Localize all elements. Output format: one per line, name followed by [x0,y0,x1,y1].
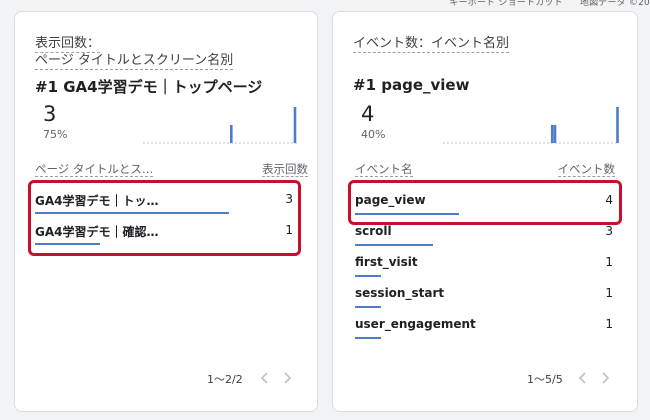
chevron-right-icon [602,372,610,384]
table-row[interactable]: GA4学習デモ｜トッ… 3 [33,185,295,215]
row-label: user_engagement [355,317,476,331]
attribution-bar: キーボード ショートカット 地図データ ©20 [435,0,650,8]
column-header-page-title[interactable]: ページ タイトルとス… [35,162,154,177]
row-share-bar [355,337,381,339]
row-value: 1 [605,286,613,300]
top-item-headline: #1 page_view [353,76,470,94]
row-label: GA4学習デモ｜トッ… [35,194,159,208]
row-share-bar [355,244,433,246]
row-value: 1 [605,255,613,269]
card-title-text: イベント数：イベント名別 [353,36,510,53]
column-header-views[interactable]: 表示回数 [262,162,308,177]
table-row[interactable]: session_start 1 [353,279,615,309]
table-row[interactable]: user_engagement 1 [353,310,615,340]
row-share-bar [35,212,229,214]
row-label: page_view [355,193,426,207]
pagination-label: 1〜2/2 [207,373,243,386]
top-item-value: 3 [43,102,57,126]
next-page-button[interactable] [279,370,295,386]
card-title[interactable]: 表示回数： ページ タイトルとスクリーン名別 [35,36,234,70]
row-share-bar [355,306,381,308]
sparkline-bar [293,107,297,143]
row-label: first_visit [355,255,418,269]
card-title[interactable]: イベント数：イベント名別 [353,36,510,53]
table-row[interactable]: first_visit 1 [353,248,615,278]
pagination-label: 1〜5/5 [527,373,563,386]
row-value: 3 [285,192,293,206]
top-item-value: 4 [361,102,375,126]
chevron-right-icon [284,372,292,384]
sparkline-bar [553,125,557,143]
prev-page-button[interactable] [257,370,273,386]
sparkline-chart [443,107,619,144]
row-share-bar [35,243,100,245]
row-label: scroll [355,224,392,238]
column-header-event-count[interactable]: イベント数 [557,162,615,177]
card-title-metric: 表示回数： [35,36,101,53]
sparkline-chart [143,107,297,144]
top-item-headline: #1 GA4学習デモ｜トップページ [35,78,263,96]
sparkline-bar [230,125,233,143]
row-value: 1 [605,317,613,331]
row-value: 4 [605,193,613,207]
keyboard-shortcut-link[interactable]: キーボード ショートカット [449,0,562,8]
row-label: GA4学習デモ｜確認… [35,225,159,239]
row-value: 3 [605,224,613,238]
chevron-left-icon [260,372,268,384]
row-share-bar [355,213,459,215]
table-row[interactable]: GA4学習デモ｜確認… 1 [33,216,295,246]
sparkline-bar [616,107,619,143]
column-header-event-name[interactable]: イベント名 [355,162,413,177]
table-row[interactable]: page_view 4 [353,186,615,216]
event-count-by-name-card: イベント数：イベント名別 #1 page_view 4 40% イベント名 イベ… [332,11,638,412]
row-value: 1 [285,223,293,237]
prev-page-button[interactable] [575,370,591,386]
views-by-page-title-card: 表示回数： ページ タイトルとスクリーン名別 #1 GA4学習デモ｜トップページ… [14,11,318,412]
top-item-percent: 40% [361,128,386,141]
next-page-button[interactable] [597,370,613,386]
table-row[interactable]: scroll 3 [353,217,615,247]
map-data-link[interactable]: 地図データ ©20 [580,0,650,8]
sparkline-bar [550,125,554,143]
card-title-dimension: ページ タイトルとスクリーン名別 [35,53,234,70]
top-item-percent: 75% [43,128,68,141]
row-label: session_start [355,286,445,300]
row-share-bar [355,275,381,277]
chevron-left-icon [578,372,586,384]
